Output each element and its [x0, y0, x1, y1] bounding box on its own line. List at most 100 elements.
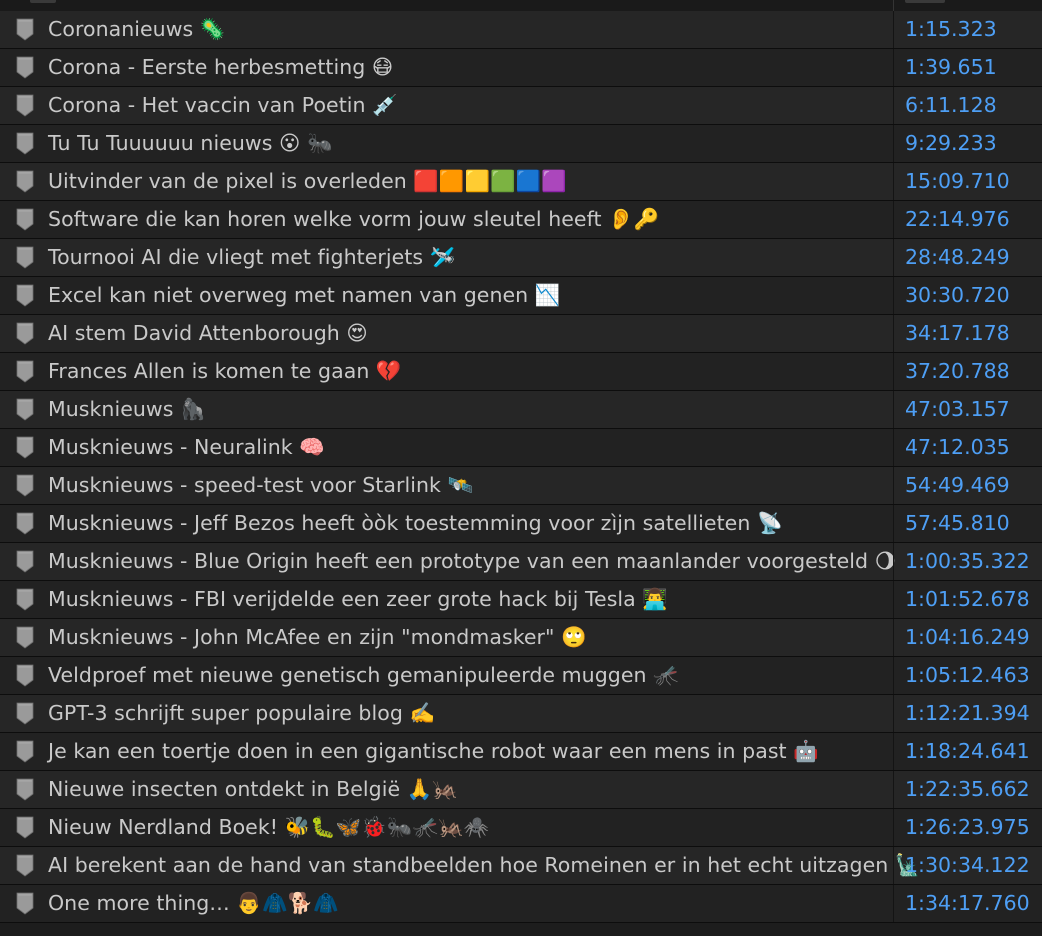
marker-row-4[interactable]: Tu Tu Tuuuuuu nieuws 😮 🐜 9:29.233: [0, 125, 1042, 163]
marker-timecode[interactable]: 54:49.469: [905, 467, 1010, 504]
column-separator: [893, 391, 894, 428]
marker-name: Musknieuws - speed-test voor Starlink 🛰️: [48, 473, 474, 497]
marker-icon[interactable]: [16, 740, 34, 763]
marker-timecode[interactable]: 1:18:24.641: [905, 733, 1030, 770]
marker-row-1[interactable]: Coronanieuws 🦠 1:15.323: [0, 11, 1042, 49]
column-separator: [893, 201, 894, 238]
marker-icon[interactable]: [16, 436, 34, 459]
marker-name: Tu Tu Tuuuuuu nieuws 😮 🐜: [48, 131, 333, 155]
marker-timecode[interactable]: 1:39.651: [905, 49, 997, 86]
column-separator: [893, 809, 894, 846]
marker-row-18[interactable]: Veldproef met nieuwe genetisch gemanipul…: [0, 657, 1042, 695]
marker-row-17[interactable]: Musknieuws - John McAfee en zijn "mondma…: [0, 619, 1042, 657]
marker-timecode[interactable]: 28:48.249: [905, 239, 1010, 276]
marker-icon[interactable]: [16, 18, 34, 41]
column-separator: [893, 163, 894, 200]
marker-timecode[interactable]: 34:17.178: [905, 315, 1010, 352]
marker-row-2[interactable]: Corona - Eerste herbesmetting 😷 1:39.651: [0, 49, 1042, 87]
marker-icon[interactable]: [16, 892, 34, 915]
marker-icon[interactable]: [16, 170, 34, 193]
marker-row-11[interactable]: Musknieuws 🦍 47:03.157: [0, 391, 1042, 429]
marker-icon[interactable]: [16, 512, 34, 535]
marker-name: Software die kan horen welke vorm jouw s…: [48, 207, 660, 231]
marker-timecode[interactable]: 15:09.710: [905, 163, 1010, 200]
marker-timecode[interactable]: 57:45.810: [905, 505, 1010, 542]
marker-row-24[interactable]: One more thing… 👨🧥🐕🧥 1:34:17.760: [0, 885, 1042, 923]
marker-row-6[interactable]: Software die kan horen welke vorm jouw s…: [0, 201, 1042, 239]
marker-name: Frances Allen is komen te gaan 💔: [48, 359, 402, 383]
marker-icon[interactable]: [16, 94, 34, 117]
marker-timecode[interactable]: 1:34:17.760: [905, 885, 1030, 922]
marker-icon[interactable]: [16, 132, 34, 155]
column-separator: [893, 11, 894, 48]
column-separator: [893, 125, 894, 162]
marker-name: Veldproef met nieuwe genetisch gemanipul…: [48, 663, 679, 687]
column-separator: [893, 885, 894, 922]
marker-timecode[interactable]: 22:14.976: [905, 201, 1010, 238]
marker-icon[interactable]: [16, 550, 34, 573]
marker-timecode[interactable]: 37:20.788: [905, 353, 1010, 390]
marker-name: Nieuw Nerdland Boek! 🐝🐛🦋🐞🐜🦟🦗🕷️: [48, 815, 490, 839]
marker-icon[interactable]: [16, 816, 34, 839]
marker-timecode[interactable]: 1:01:52.678: [905, 581, 1030, 618]
marker-name: Corona - Eerste herbesmetting 😷: [48, 55, 394, 79]
marker-timecode[interactable]: 1:15.323: [905, 11, 997, 48]
marker-icon[interactable]: [16, 208, 34, 231]
marker-name: Musknieuws - Blue Origin heeft een proto…: [48, 549, 897, 573]
marker-icon[interactable]: [16, 778, 34, 801]
marker-icon[interactable]: [16, 284, 34, 307]
column-separator: [893, 771, 894, 808]
marker-row-20[interactable]: Je kan een toertje doen in een gigantisc…: [0, 733, 1042, 771]
marker-name: Musknieuws - John McAfee en zijn "mondma…: [48, 625, 587, 649]
marker-timecode[interactable]: 1:22:35.662: [905, 771, 1030, 808]
marker-timecode[interactable]: 47:03.157: [905, 391, 1010, 428]
list-empty-area: [0, 923, 1042, 936]
marker-icon[interactable]: [16, 474, 34, 497]
marker-row-14[interactable]: Musknieuws - Jeff Bezos heeft òòk toeste…: [0, 505, 1042, 543]
marker-row-19[interactable]: GPT-3 schrijft super populaire blog ✍️ 1…: [0, 695, 1042, 733]
marker-row-7[interactable]: Tournooi AI die vliegt met fighterjets 🛩…: [0, 239, 1042, 277]
marker-timecode[interactable]: 6:11.128: [905, 87, 997, 124]
marker-row-5[interactable]: Uitvinder van de pixel is overleden 🟥🟧🟨🟩…: [0, 163, 1042, 201]
marker-row-16[interactable]: Musknieuws - FBI verijdelde een zeer gro…: [0, 581, 1042, 619]
marker-icon[interactable]: [16, 360, 34, 383]
marker-row-3[interactable]: Corona - Het vaccin van Poetin 💉 6:11.12…: [0, 87, 1042, 125]
marker-timecode[interactable]: 1:05:12.463: [905, 657, 1030, 694]
name-column-header[interactable]: [30, 0, 56, 3]
marker-timecode[interactable]: 30:30.720: [905, 277, 1010, 314]
marker-icon[interactable]: [16, 322, 34, 345]
marker-row-8[interactable]: Excel kan niet overweg met namen van gen…: [0, 277, 1042, 315]
marker-name: GPT-3 schrijft super populaire blog ✍️: [48, 701, 436, 725]
marker-icon[interactable]: [16, 702, 34, 725]
marker-timecode[interactable]: 47:12.035: [905, 429, 1010, 466]
marker-timecode[interactable]: 1:26:23.975: [905, 809, 1030, 846]
marker-timecode[interactable]: 1:00:35.322: [905, 543, 1030, 580]
marker-row-12[interactable]: Musknieuws - Neuralink 🧠 47:12.035: [0, 429, 1042, 467]
marker-row-21[interactable]: Nieuwe insecten ontdekt in België 🙏🦗 1:2…: [0, 771, 1042, 809]
time-column-header[interactable]: [905, 0, 945, 3]
marker-icon[interactable]: [16, 56, 34, 79]
marker-icon[interactable]: [16, 398, 34, 421]
marker-name: Corona - Het vaccin van Poetin 💉: [48, 93, 398, 117]
marker-row-23[interactable]: AI berekent aan de hand van standbeelden…: [0, 847, 1042, 885]
column-divider[interactable]: [893, 0, 894, 11]
marker-icon[interactable]: [16, 854, 34, 877]
marker-name: Musknieuws - Neuralink 🧠: [48, 435, 325, 459]
marker-row-13[interactable]: Musknieuws - speed-test voor Starlink 🛰️…: [0, 467, 1042, 505]
marker-row-15[interactable]: Musknieuws - Blue Origin heeft een proto…: [0, 543, 1042, 581]
marker-icon[interactable]: [16, 626, 34, 649]
marker-timecode[interactable]: 1:30:34.122: [905, 847, 1030, 884]
marker-timecode[interactable]: 9:29.233: [905, 125, 997, 162]
marker-timecode[interactable]: 1:12:21.394: [905, 695, 1030, 732]
marker-icon[interactable]: [16, 588, 34, 611]
marker-row-22[interactable]: Nieuw Nerdland Boek! 🐝🐛🦋🐞🐜🦟🦗🕷️ 1:26:23.9…: [0, 809, 1042, 847]
marker-name: Nieuwe insecten ontdekt in België 🙏🦗: [48, 777, 458, 801]
column-separator: [893, 49, 894, 86]
marker-icon[interactable]: [16, 664, 34, 687]
column-separator: [893, 467, 894, 504]
marker-row-10[interactable]: Frances Allen is komen te gaan 💔 37:20.7…: [0, 353, 1042, 391]
marker-timecode[interactable]: 1:04:16.249: [905, 619, 1030, 656]
marker-icon[interactable]: [16, 246, 34, 269]
marker-row-9[interactable]: AI stem David Attenborough 😍 34:17.178: [0, 315, 1042, 353]
marker-name: Coronanieuws 🦠: [48, 17, 226, 41]
